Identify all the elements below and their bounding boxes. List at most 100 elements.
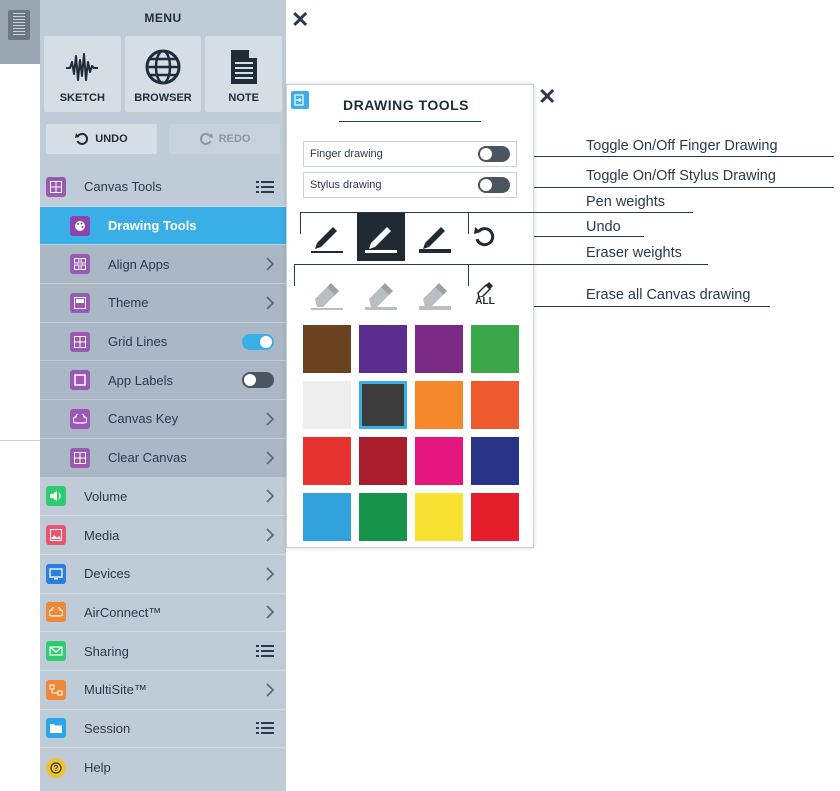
menu-item-help[interactable]: ? Help (40, 748, 286, 787)
color-swatch[interactable] (471, 325, 519, 373)
color-swatch[interactable] (359, 437, 407, 485)
svg-text:?: ? (54, 764, 59, 773)
callout-line-pen (300, 212, 693, 213)
folder-icon (46, 718, 66, 739)
menu-item-drawing-tools[interactable]: Drawing Tools (40, 206, 286, 246)
monitor-icon (46, 563, 66, 584)
menu-item-airconnect[interactable]: AirConnect™ (40, 594, 286, 633)
color-swatch[interactable] (471, 437, 519, 485)
color-swatch[interactable] (303, 381, 351, 429)
undo-icon (474, 227, 495, 247)
list-icon[interactable] (256, 721, 274, 735)
eraser-icon (365, 283, 397, 310)
pen-weight-medium[interactable] (357, 213, 405, 261)
chevron-right-icon[interactable] (266, 605, 274, 620)
undo-button[interactable]: UNDO (46, 124, 157, 154)
color-swatch[interactable] (415, 437, 463, 485)
drawing-tools-title: DRAWING TOOLS (343, 97, 470, 113)
menu-item-theme[interactable]: Theme (40, 284, 286, 323)
callout-line-stylus (534, 187, 834, 188)
pen-weight-thin[interactable] (303, 213, 351, 261)
menu-item-label: Grid Lines (108, 334, 168, 350)
chevron-right-icon[interactable] (266, 296, 274, 310)
menu-item-app-labels[interactable]: App Labels (40, 361, 286, 401)
menu-item-label: Volume (84, 488, 128, 504)
menu-item-session[interactable]: Session (40, 710, 286, 749)
pen-bracket-right (468, 212, 469, 234)
callout-pen-weights: Pen weights (586, 194, 665, 210)
menu-item-sharing[interactable]: Sharing (40, 632, 286, 671)
menu-item-devices[interactable]: Devices (40, 555, 286, 594)
browser-app-button[interactable]: BROWSER (124, 36, 202, 112)
drawing-tools-panel: DRAWING TOOLS Finger drawing Stylus draw… (286, 84, 534, 548)
menu-item-grid-lines[interactable]: Grid Lines (40, 322, 286, 362)
callout-erase-all: Erase all Canvas drawing (586, 287, 751, 303)
eraser-bracket-left (294, 264, 295, 286)
undo-drawing-button[interactable] (465, 213, 505, 261)
chevron-right-icon[interactable] (266, 528, 274, 542)
color-swatch[interactable] (303, 437, 351, 485)
redo-button[interactable]: REDO (169, 124, 280, 154)
drag-handle[interactable] (0, 0, 40, 64)
menu-item-multisite[interactable]: MultiSite™ (40, 671, 286, 710)
color-swatch[interactable] (415, 493, 463, 541)
list-icon[interactable] (256, 180, 274, 194)
finger-drawing-toggle[interactable] (478, 146, 510, 162)
menu-item-clear-canvas[interactable]: Clear Canvas (40, 438, 286, 478)
menu-item-media[interactable]: Media (40, 516, 286, 555)
chevron-right-icon[interactable] (266, 567, 274, 581)
eraser-weight-thin[interactable] (303, 269, 351, 317)
globe-icon (145, 49, 181, 85)
erase-all-button[interactable]: ALL (465, 269, 505, 317)
eraser-weight-medium[interactable] (357, 269, 405, 317)
chevron-right-icon[interactable] (266, 489, 274, 503)
menu-item-align-apps[interactable]: Align Apps (40, 245, 286, 285)
menu-item-label: AirConnect™ (84, 604, 162, 620)
chevron-right-icon[interactable] (266, 257, 274, 271)
chevron-right-icon[interactable] (266, 451, 274, 465)
pen-weight-thick[interactable] (411, 213, 459, 261)
color-swatch[interactable] (415, 381, 463, 429)
color-swatch[interactable] (303, 325, 351, 373)
color-swatch[interactable] (303, 493, 351, 541)
menu-item-label: Sharing (84, 643, 129, 659)
color-swatch[interactable] (359, 325, 407, 373)
cloud-key-icon (70, 408, 90, 429)
color-swatch[interactable] (359, 493, 407, 541)
menu-item-volume[interactable]: Volume (40, 478, 286, 517)
browser-label: BROWSER (134, 92, 192, 104)
chevron-right-icon[interactable] (266, 683, 274, 697)
menu-item-canvas-key[interactable]: Canvas Key (40, 400, 286, 439)
align-grid-icon (70, 254, 90, 275)
list-icon[interactable] (256, 644, 274, 658)
undo-label: UNDO (95, 133, 128, 145)
network-icon (46, 679, 66, 700)
grid-lines-icon (70, 331, 90, 352)
grid-lines-toggle[interactable] (242, 333, 274, 350)
drawing-tools-close-icon[interactable]: ✕ (538, 86, 556, 108)
redo-icon (199, 132, 213, 145)
eraser-all-icon (477, 282, 493, 297)
callout-finger-drawing: Toggle On/Off Finger Drawing (586, 138, 778, 154)
menu-item-label: Theme (108, 295, 149, 311)
sketch-app-button[interactable]: SKETCH (44, 36, 121, 112)
eraser-weight-thick[interactable] (411, 269, 459, 317)
menu-item-label: Media (84, 527, 120, 543)
color-swatch[interactable] (471, 493, 519, 541)
note-app-button[interactable]: NOTE (205, 36, 283, 112)
undo-redo-row: UNDO REDO (40, 124, 286, 154)
eraser-weight-row: ALL (303, 269, 511, 317)
grip-icon (8, 10, 30, 40)
app-labels-toggle[interactable] (242, 372, 274, 389)
color-swatch[interactable] (415, 325, 463, 373)
stylus-drawing-toggle[interactable] (478, 177, 510, 193)
color-swatch[interactable] (359, 381, 407, 429)
stylus-drawing-row: Stylus drawing (303, 172, 517, 198)
envelope-icon (46, 641, 66, 662)
color-swatch[interactable] (471, 381, 519, 429)
panel-exit-icon[interactable] (291, 91, 309, 109)
redo-label: REDO (218, 133, 251, 145)
chevron-right-icon[interactable] (266, 412, 274, 426)
menu-close-icon[interactable]: ✕ (291, 9, 309, 31)
menu-item-canvas-tools[interactable]: Canvas Tools (40, 168, 286, 207)
